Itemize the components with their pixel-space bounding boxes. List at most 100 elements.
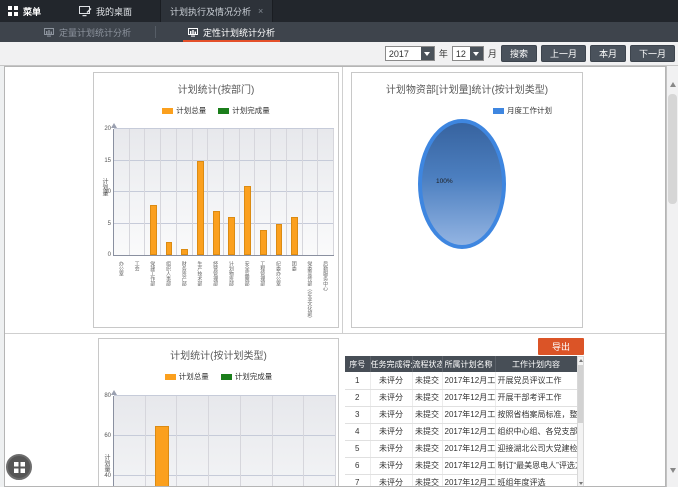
my-desktop-label: 我的桌面: [96, 5, 132, 18]
table-cell: 6: [345, 457, 370, 474]
gridline: [240, 396, 241, 487]
table-scrollbar[interactable]: [577, 356, 584, 487]
page-scrollbar[interactable]: [666, 66, 678, 487]
prev-month-button[interactable]: 上一月: [541, 45, 586, 62]
x-axis-label: 生产技术部: [196, 261, 202, 286]
column-header: 任务完成得分: [370, 356, 412, 372]
table-row[interactable]: 5未评分未提交2017年12月工作计划迎接湖北公司大党建检查: [345, 440, 577, 457]
month-select[interactable]: 12: [452, 46, 484, 61]
table-cell: 1: [345, 372, 370, 389]
table-row[interactable]: 4未评分未提交2017年12月工作计划组织中心组、各党支部学习十九大精神: [345, 423, 577, 440]
subtab-label: 定性计划统计分析: [203, 26, 275, 39]
table-cell: 开展党员评议工作: [495, 372, 577, 389]
table-cell: 开展干部考评工作: [495, 389, 577, 406]
dropdown-arrow-icon[interactable]: [470, 47, 483, 60]
table-row[interactable]: 6未评分未提交2017年12月工作计划制订“最美恩电人”评选方案: [345, 457, 577, 474]
gridline: [254, 129, 255, 255]
subtab-quantitative-analysis[interactable]: 定量计划统计分析: [34, 22, 141, 42]
x-axis-labels: 办公室工会党建工作部组织人事部财务资产部生产技术部经营管理部计划物资部安全监察部…: [113, 259, 334, 323]
close-icon[interactable]: ×: [258, 6, 263, 16]
table-cell: 5: [345, 440, 370, 457]
dropdown-arrow-icon[interactable]: [421, 47, 434, 60]
scroll-up-icon[interactable]: [670, 82, 676, 87]
x-axis-label: 党委宣传部（企业文化部）: [306, 261, 312, 321]
subtab-qualitative-analysis[interactable]: 定性计划统计分析: [178, 22, 285, 42]
top-bar: 菜单 我的桌面 计划执行及情况分析 ×: [0, 0, 678, 22]
legend-item: 月度工作计划: [493, 105, 552, 116]
table-cell: 未提交: [412, 474, 442, 487]
table-cell: 未提交: [412, 372, 442, 389]
gridline: [335, 396, 336, 487]
bar-plot-area: 020406080: [113, 396, 336, 487]
table-cell: 未评分: [370, 406, 412, 423]
my-desktop-button[interactable]: 我的桌面: [73, 0, 138, 22]
next-month-button[interactable]: 下一月: [630, 45, 675, 62]
scroll-up-icon[interactable]: [579, 359, 583, 362]
chart-legend: 月度工作计划: [352, 105, 582, 116]
bar-纪委办公室: [276, 224, 283, 256]
table-cell: 班组年度评选: [495, 474, 577, 487]
work-plan-table-panel: 导出 序号任务完成得分流程状态所属计划名称工作计划内容 1未评分未提交2017年…: [345, 336, 584, 487]
x-axis-label: 财务资产部: [181, 261, 187, 286]
table-row[interactable]: 1未评分未提交2017年12月工作计划开展党员评议工作: [345, 372, 577, 389]
bar-经营管理部: [213, 211, 220, 255]
table-cell: 未评分: [370, 372, 412, 389]
bar-计划物资部: [228, 217, 235, 255]
floating-menu-button[interactable]: [6, 454, 32, 480]
gridline: [270, 129, 271, 255]
work-plan-table: 序号任务完成得分流程状态所属计划名称工作计划内容 1未评分未提交2017年12月…: [345, 356, 578, 487]
bar-plot-area: 05101520: [113, 129, 334, 256]
export-button[interactable]: 导出: [538, 338, 584, 355]
y-tick-label: 5: [108, 221, 111, 227]
chart-icon: [188, 28, 198, 37]
legend-label: 计划完成量: [232, 106, 270, 115]
pie-slice-monthly-plan: [418, 119, 506, 249]
x-axis-label: 纪委办公室: [275, 261, 281, 286]
divider: [155, 26, 156, 38]
gridline: [286, 129, 287, 255]
table-cell: 3: [345, 406, 370, 423]
table-cell: 2: [345, 389, 370, 406]
y-tick-label: 15: [104, 158, 111, 164]
year-value: 2017: [389, 49, 409, 59]
menu-label: 菜单: [23, 5, 41, 18]
table-cell: 未提交: [412, 440, 442, 457]
legend-item: 计划完成量: [218, 105, 270, 116]
table-cell: 2017年12月工作计划: [442, 372, 495, 389]
legend-item: 计划完成量: [221, 371, 273, 382]
scrollbar-thumb[interactable]: [578, 365, 583, 423]
table-cell: 未评分: [370, 440, 412, 457]
x-axis-label: 办公室: [118, 261, 124, 276]
scrollbar-thumb[interactable]: [668, 94, 677, 204]
table-cell: 未评分: [370, 474, 412, 487]
table-cell: 2017年12月工作计划: [442, 474, 495, 487]
x-axis-label: 安全监察部: [244, 261, 250, 286]
table-cell: 未提交: [412, 457, 442, 474]
table-cell: 迎接湖北公司大党建检查: [495, 440, 577, 457]
bar-党建工作部: [150, 205, 157, 255]
table-row[interactable]: 2未评分未提交2017年12月工作计划开展干部考评工作: [345, 389, 577, 406]
y-tick-label: 0: [108, 252, 111, 258]
column-header: 流程状态: [412, 356, 442, 372]
year-select[interactable]: 2017: [385, 46, 435, 61]
legend-swatch-monthly: [493, 108, 504, 114]
chart-material-dept-pie: 计划物资部[计划量]统计(按计划类型) 月度工作计划 100%: [351, 72, 583, 328]
bar-月度工作计划: [155, 426, 169, 487]
chart-icon: [44, 28, 54, 37]
gridline: [176, 396, 177, 487]
search-button[interactable]: 搜索: [501, 45, 537, 62]
menu-button[interactable]: 菜单: [0, 0, 49, 22]
table-cell: 未提交: [412, 406, 442, 423]
tab-plan-execution-analysis[interactable]: 计划执行及情况分析 ×: [160, 0, 273, 22]
x-axis-label: 组织人事部: [165, 261, 171, 286]
table-cell: 2017年12月工作计划: [442, 423, 495, 440]
table-header-row: 序号任务完成得分流程状态所属计划名称工作计划内容: [345, 356, 577, 372]
scroll-down-icon[interactable]: [670, 468, 676, 473]
bar-财务资产部: [181, 249, 188, 255]
table-row[interactable]: 3未评分未提交2017年12月工作计划按照省档案局标准，整理补齐中层干部档案: [345, 406, 577, 423]
column-header: 所属计划名称: [442, 356, 495, 372]
gridline: [208, 396, 209, 487]
this-month-button[interactable]: 本月: [590, 45, 626, 62]
table-row[interactable]: 7未评分未提交2017年12月工作计划班组年度评选: [345, 474, 577, 487]
scroll-down-icon[interactable]: [579, 482, 583, 485]
